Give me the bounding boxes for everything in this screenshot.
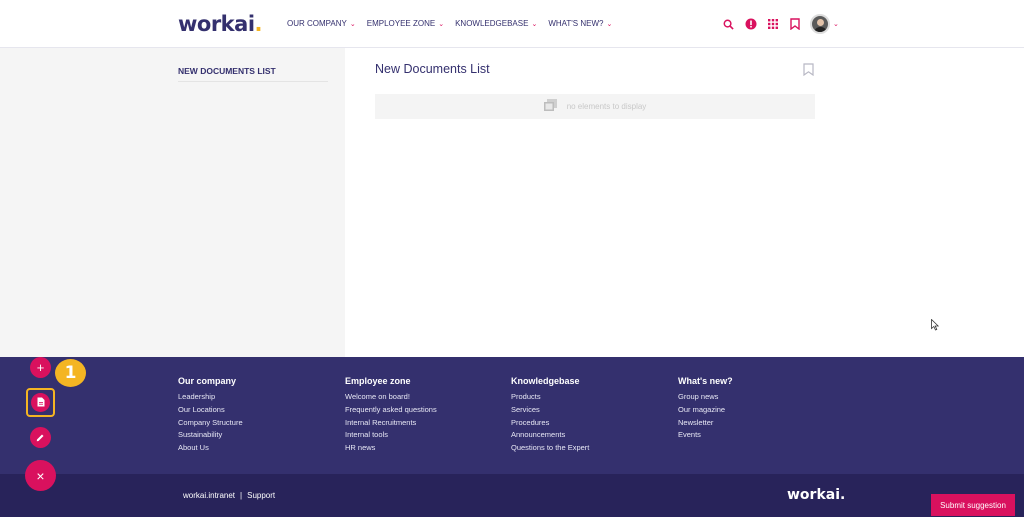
footer-column-knowledgebase: Knowledgebase Products Services Procedur… (511, 376, 589, 455)
main-nav: OUR COMPANY ⌄ EMPLOYEE ZONE ⌄ KNOWLEDGEBAS… (287, 19, 612, 28)
support-link[interactable]: Support (247, 491, 275, 500)
step-badge: 1 (55, 359, 86, 387)
page: workai. OUR COMPANY ⌄ EMPLOYEE ZONE ⌄ KNOW… (0, 0, 1024, 517)
footer-link[interactable]: Leadership (178, 391, 243, 404)
footer-link[interactable]: Newsletter (678, 417, 733, 430)
document-button-highlight (26, 388, 55, 417)
footer: Our company Leadership Our Locations Com… (0, 357, 1024, 474)
footer-column-whats-new: What's new? Group news Our magazine News… (678, 376, 733, 442)
close-menu-button[interactable]: × (25, 460, 56, 491)
footer-column-employee-zone: Employee zone Welcome on board! Frequent… (345, 376, 437, 455)
edit-button[interactable] (30, 427, 51, 448)
footer-link[interactable]: HR news (345, 442, 437, 455)
nav-knowledgebase[interactable]: KNOWLEDGEBASE ⌄ (455, 19, 537, 28)
pencil-icon (36, 429, 45, 447)
footer-link[interactable]: Company Structure (178, 417, 243, 430)
page-title: New Documents List (375, 62, 490, 76)
footer-heading: What's new? (678, 376, 733, 386)
footer-link[interactable]: Sustainability (178, 429, 243, 442)
workai-intranet-link[interactable]: workai.intranet (183, 491, 235, 500)
empty-state-text: no elements to display (566, 102, 647, 111)
footer-heading: Our company (178, 376, 237, 386)
footer-link[interactable]: Our Locations (178, 404, 243, 417)
footer-link[interactable]: Internal tools (345, 429, 437, 442)
search-icon[interactable] (722, 18, 735, 31)
nav-our-company[interactable]: OUR COMPANY ⌄ (287, 19, 356, 28)
workai-logo[interactable]: workai. (178, 12, 263, 36)
footer-link[interactable]: Products (511, 391, 589, 404)
bookmark-icon[interactable] (803, 63, 814, 77)
empty-state: no elements to display (375, 94, 815, 119)
documents-icon (543, 98, 557, 116)
alert-icon[interactable] (744, 18, 757, 31)
new-document-button[interactable] (31, 393, 50, 412)
chevron-down-icon: ⌄ (606, 20, 613, 28)
chevron-down-icon: ⌄ (349, 20, 356, 28)
footer-link[interactable]: Frequently asked questions (345, 404, 437, 417)
footer-link[interactable]: Welcome on board! (345, 391, 437, 404)
nav-employee-zone[interactable]: EMPLOYEE ZONE ⌄ (367, 19, 444, 28)
chevron-down-icon: ⌄ (531, 20, 538, 28)
footer-link[interactable]: Our magazine (678, 404, 733, 417)
footer-link[interactable]: Internal Recruitments (345, 417, 437, 430)
add-button[interactable]: + (30, 357, 51, 378)
footer-link[interactable]: Announcements (511, 429, 589, 442)
mouse-pointer-icon (931, 318, 940, 336)
top-header: workai. OUR COMPANY ⌄ EMPLOYEE ZONE ⌄ KNOW… (0, 0, 1024, 48)
footer-link[interactable]: Events (678, 429, 733, 442)
footer-column-our-company: Our company Leadership Our Locations Com… (178, 376, 243, 455)
footer-heading: Knowledgebase (511, 376, 580, 386)
apps-grid-icon[interactable] (766, 18, 779, 31)
plus-icon: + (36, 360, 45, 375)
footer-heading: Employee zone (345, 376, 411, 386)
footer-bottom-links: workai.intranet | Support (183, 491, 275, 500)
footer-bottom-bar: workai.intranet | Support workai. (0, 474, 1024, 517)
nav-whats-new[interactable]: WHAT'S NEW? ⌄ (548, 19, 612, 28)
bookmark-icon[interactable] (788, 18, 801, 31)
submit-suggestion-button[interactable]: Submit suggestion (931, 494, 1015, 516)
sidebar (0, 48, 345, 357)
user-avatar[interactable] (810, 14, 830, 34)
footer-link[interactable]: About Us (178, 442, 243, 455)
separator: | (240, 491, 243, 500)
chevron-down-icon: ⌄ (438, 20, 445, 28)
sidebar-title[interactable]: NEW DOCUMENTS LIST (178, 66, 276, 76)
footer-logo: workai. (787, 487, 846, 503)
header-actions: ⌄ (722, 14, 839, 34)
close-icon: × (36, 467, 45, 484)
chevron-down-icon[interactable]: ⌄ (833, 20, 839, 28)
footer-link[interactable]: Services (511, 404, 589, 417)
footer-link[interactable]: Group news (678, 391, 733, 404)
document-icon (37, 394, 45, 412)
footer-link[interactable]: Questions to the Expert (511, 442, 589, 455)
footer-link[interactable]: Procedures (511, 417, 589, 430)
sidebar-divider (178, 81, 328, 82)
